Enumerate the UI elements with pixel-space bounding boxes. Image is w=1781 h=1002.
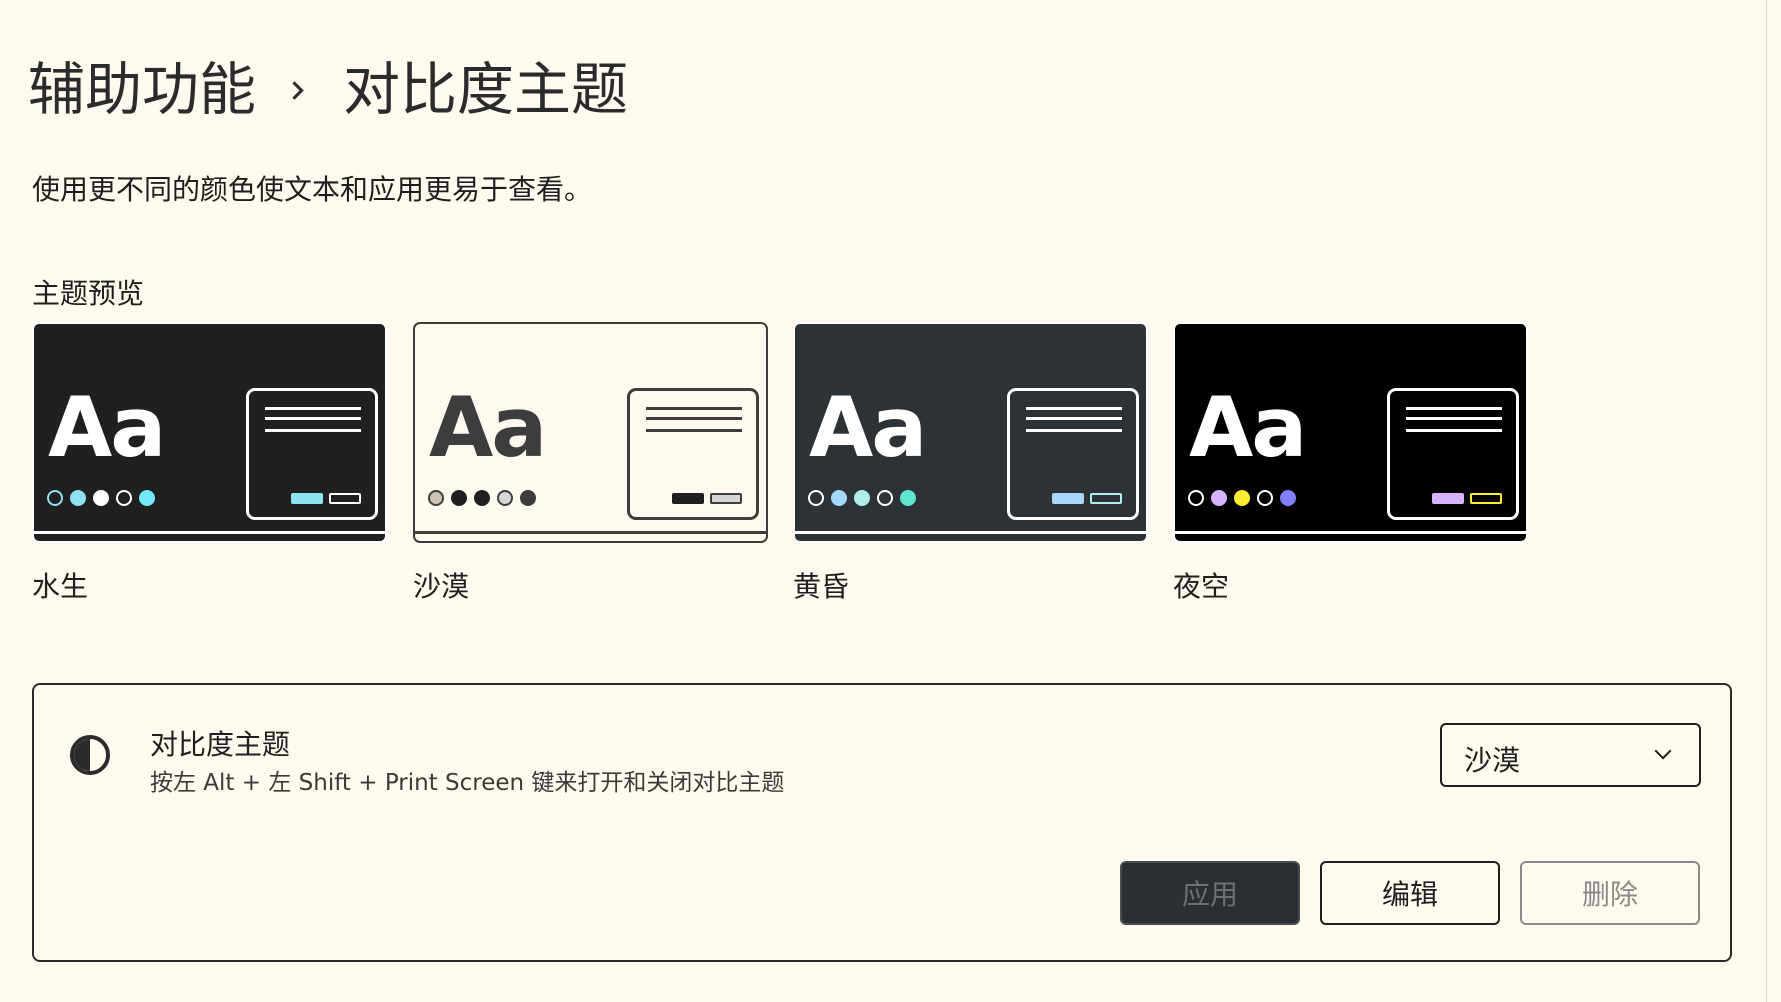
- color-swatch: [139, 490, 155, 506]
- theme-color-swatches: [47, 490, 155, 506]
- theme-name-label: 夜空: [1173, 570, 1230, 603]
- theme-window-preview: [1387, 388, 1519, 520]
- theme-card-underline: [795, 531, 1146, 534]
- theme-card-underline: [34, 531, 385, 534]
- color-swatch: [1280, 490, 1296, 506]
- text-line: [646, 429, 742, 432]
- theme-sample-text: Aa: [48, 379, 166, 476]
- theme-card[interactable]: Aa: [413, 322, 768, 543]
- theme-color-swatches: [1188, 490, 1296, 506]
- page-description: 使用更不同的颜色使文本和应用更易于查看。: [32, 173, 593, 206]
- edit-button[interactable]: 编辑: [1320, 861, 1500, 925]
- theme-sample-text: Aa: [429, 379, 547, 476]
- text-line: [1406, 417, 1502, 420]
- color-swatch: [451, 490, 467, 506]
- delete-button[interactable]: 删除: [1520, 861, 1700, 925]
- text-line: [265, 429, 361, 432]
- color-swatch: [70, 490, 86, 506]
- text-line: [646, 407, 742, 410]
- preview-button-primary: [291, 493, 323, 504]
- preview-button-primary: [1052, 493, 1084, 504]
- text-line: [1406, 429, 1502, 432]
- color-swatch: [474, 490, 490, 506]
- color-swatch: [877, 490, 893, 506]
- color-swatch: [1211, 490, 1227, 506]
- breadcrumb-parent[interactable]: 辅助功能: [28, 50, 256, 130]
- contrast-theme-panel: 对比度主题 按左 Alt + 左 Shift + Print Screen 键来…: [32, 683, 1732, 962]
- page-title: 对比度主题: [343, 57, 628, 123]
- text-line: [1026, 407, 1122, 410]
- color-swatch: [428, 490, 444, 506]
- theme-card[interactable]: Aa: [32, 322, 387, 543]
- preview-button-primary: [672, 493, 704, 504]
- preview-heading: 主题预览: [32, 277, 145, 310]
- text-line: [1026, 429, 1122, 432]
- text-line: [265, 417, 361, 420]
- color-swatch: [116, 490, 132, 506]
- preview-button-primary: [1432, 493, 1464, 504]
- color-swatch: [520, 490, 536, 506]
- chevron-down-icon: [1654, 742, 1672, 760]
- theme-select[interactable]: 沙漠: [1440, 723, 1701, 787]
- preview-button-secondary: [1470, 493, 1502, 504]
- breadcrumb: 辅助功能 对比度主题: [28, 50, 628, 130]
- theme-name-label: 黄昏: [793, 570, 850, 603]
- theme-card[interactable]: Aa: [793, 322, 1148, 543]
- theme-card-underline: [1175, 531, 1526, 534]
- theme-sample-text: Aa: [809, 379, 927, 476]
- preview-button-secondary: [710, 493, 742, 504]
- theme-window-preview: [246, 388, 378, 520]
- chevron-right-icon: [285, 80, 304, 100]
- color-swatch: [831, 490, 847, 506]
- text-line: [265, 407, 361, 410]
- theme-name-label: 水生: [32, 570, 89, 603]
- color-swatch: [900, 490, 916, 506]
- theme-color-swatches: [808, 490, 916, 506]
- text-line: [646, 417, 742, 420]
- apply-button[interactable]: 应用: [1120, 861, 1300, 925]
- setting-subtitle: 按左 Alt + 左 Shift + Print Screen 键来打开和关闭对…: [150, 770, 785, 796]
- theme-select-value: 沙漠: [1464, 744, 1521, 777]
- scrollbar-rail[interactable]: [1766, 0, 1767, 1002]
- color-swatch: [1257, 490, 1273, 506]
- preview-button-secondary: [329, 493, 361, 504]
- color-swatch: [497, 490, 513, 506]
- color-swatch: [808, 490, 824, 506]
- preview-button-secondary: [1090, 493, 1122, 504]
- text-line: [1026, 417, 1122, 420]
- text-line: [1406, 407, 1502, 410]
- theme-card[interactable]: Aa: [1173, 322, 1528, 543]
- theme-color-swatches: [428, 490, 536, 506]
- color-swatch: [47, 490, 63, 506]
- theme-card-underline: [415, 531, 766, 534]
- theme-window-preview: [627, 388, 759, 520]
- theme-window-preview: [1007, 388, 1139, 520]
- setting-title: 对比度主题: [150, 728, 291, 761]
- contrast-icon: [70, 735, 110, 775]
- color-swatch: [1234, 490, 1250, 506]
- color-swatch: [1188, 490, 1204, 506]
- theme-sample-text: Aa: [1189, 379, 1307, 476]
- theme-name-label: 沙漠: [413, 570, 470, 603]
- color-swatch: [854, 490, 870, 506]
- color-swatch: [93, 490, 109, 506]
